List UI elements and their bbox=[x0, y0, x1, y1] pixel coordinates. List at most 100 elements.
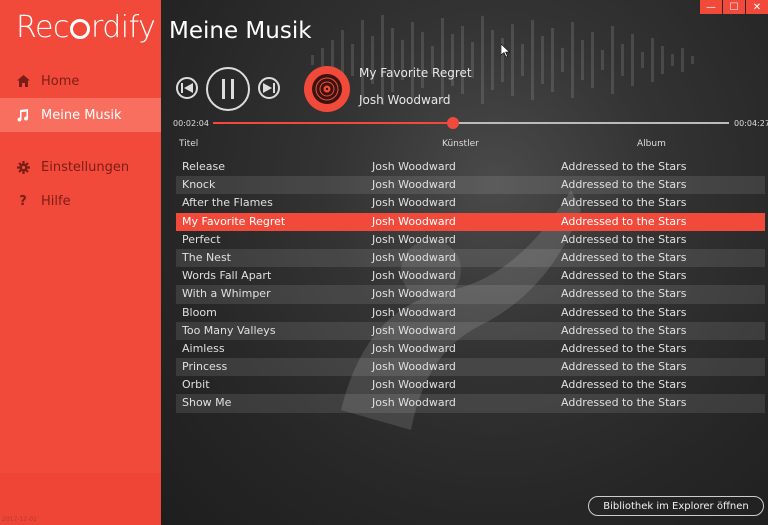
sidebar-item-label: Einstellungen bbox=[41, 159, 130, 175]
sidebar-item-einstellungen[interactable]: Einstellungen bbox=[0, 150, 161, 184]
table-row[interactable]: Show Me Josh Woodward Addressed to the Sta… bbox=[176, 394, 765, 413]
total-time: 00:04:27 bbox=[734, 119, 768, 128]
track-artist-cell: Josh Woodward bbox=[372, 305, 456, 319]
track-title-cell: Too Many Valleys bbox=[182, 323, 276, 337]
nav-separator bbox=[0, 132, 161, 150]
table-row[interactable]: After the Flames Josh Woodward Addressed t… bbox=[176, 194, 765, 212]
gear-icon bbox=[16, 160, 30, 174]
table-row[interactable]: The Nest Josh Woodward Addressed to the St… bbox=[176, 248, 765, 268]
track-artist-cell: Josh Woodward bbox=[372, 178, 456, 192]
sidebar-item-label: Home bbox=[41, 73, 80, 89]
track-title-cell: My Favorite Regret bbox=[182, 214, 286, 228]
track-album-cell: Addressed to the Stars bbox=[561, 378, 687, 392]
track-album-cell: Addressed to the Stars bbox=[561, 178, 687, 192]
track-artist-cell: Josh Woodward bbox=[372, 214, 456, 228]
track-title-cell: Orbit bbox=[182, 378, 210, 392]
table-row[interactable]: My Favorite Regret Josh Woodward Addressed… bbox=[176, 212, 765, 231]
seek-bar[interactable] bbox=[213, 117, 729, 129]
track-title-cell: Words Fall Apart bbox=[182, 269, 272, 283]
next-track-button[interactable] bbox=[258, 77, 280, 99]
table-row[interactable]: Orbit Josh Woodward Addressed to the Stars bbox=[176, 376, 765, 394]
music-note-icon bbox=[16, 108, 30, 122]
table-row[interactable]: Princess Josh Woodward Addressed to the St… bbox=[176, 358, 765, 377]
sidebar-item-meine-musik[interactable]: Meine Musik bbox=[0, 98, 161, 132]
close-icon[interactable]: ✕ bbox=[746, 0, 768, 14]
track-title-cell: Show Me bbox=[182, 396, 232, 410]
track-album-cell: Addressed to the Stars bbox=[561, 396, 687, 410]
track-artist-cell: Josh Woodward bbox=[372, 196, 456, 210]
minimize-icon[interactable]: — bbox=[700, 0, 722, 14]
track-album-cell: Addressed to the Stars bbox=[561, 196, 687, 210]
track-album-cell: Addressed to the Stars bbox=[561, 341, 687, 355]
track-list: Release Josh Woodward Addressed to the Sta… bbox=[176, 158, 765, 413]
track-artist-cell: Josh Woodward bbox=[372, 396, 456, 410]
sidebar-item-label: Meine Musik bbox=[41, 107, 122, 123]
album-disc-icon bbox=[304, 66, 350, 112]
track-title-cell: Knock bbox=[182, 178, 216, 192]
track-title-cell: With a Whimper bbox=[182, 287, 271, 301]
track-title-cell: Aimless bbox=[182, 341, 225, 355]
app-logo: Rec rdify bbox=[16, 10, 156, 45]
now-playing-artist: Josh Woodward bbox=[359, 93, 451, 107]
pause-button[interactable] bbox=[206, 67, 250, 111]
track-album-cell: Addressed to the Stars bbox=[561, 232, 687, 246]
table-row[interactable]: Bloom Josh Woodward Addressed to the Stars bbox=[176, 304, 765, 322]
track-album-cell: Addressed to the Stars bbox=[561, 287, 687, 301]
track-title-cell: The Nest bbox=[182, 250, 231, 264]
track-album-cell: Addressed to the Stars bbox=[561, 250, 687, 264]
table-row[interactable]: Knock Josh Woodward Addressed to the Stars bbox=[176, 176, 765, 195]
table-row[interactable]: Too Many Valleys Josh Woodward Addressed t… bbox=[176, 321, 765, 340]
table-row[interactable]: Perfect Josh Woodward Addressed to the Sta… bbox=[176, 231, 765, 249]
track-artist-cell: Josh Woodward bbox=[372, 323, 456, 337]
track-title-cell: Princess bbox=[182, 360, 228, 374]
skip-back-icon bbox=[181, 83, 193, 93]
track-artist-cell: Josh Woodward bbox=[372, 378, 456, 392]
table-row[interactable]: Words Fall Apart Josh Woodward Addressed t… bbox=[176, 267, 765, 285]
seek-bar-fill bbox=[213, 122, 453, 124]
sidebar-item-home[interactable]: Home bbox=[0, 64, 161, 98]
seek-handle[interactable] bbox=[446, 117, 459, 129]
question-icon: ? bbox=[19, 193, 27, 209]
sidebar-nav: Home Meine Musik Einstellungen ? Hilfe bbox=[0, 64, 161, 218]
table-header: Titel Künstler Album bbox=[179, 139, 765, 153]
sidebar-item-hilfe[interactable]: ? Hilfe bbox=[0, 184, 161, 218]
window-controls: — ☐ ✕ bbox=[700, 0, 768, 14]
table-row[interactable]: With a Whimper Josh Woodward Addressed to … bbox=[176, 285, 765, 304]
track-artist-cell: Josh Woodward bbox=[372, 269, 456, 283]
sidebar-item-label: Hilfe bbox=[41, 193, 71, 209]
track-album-cell: Addressed to the Stars bbox=[561, 269, 687, 283]
home-icon bbox=[16, 74, 30, 88]
current-time: 00:02:04 bbox=[173, 119, 209, 128]
track-artist-cell: Josh Woodward bbox=[372, 250, 456, 264]
column-header-album[interactable]: Album bbox=[637, 139, 666, 149]
sidebar: Rec rdify Home Meine Musik Einstellungen … bbox=[0, 0, 161, 525]
skip-forward-icon bbox=[263, 83, 275, 93]
main-content: Meine Musik — ☐ ✕ My Favorite Regret Jos… bbox=[161, 0, 768, 525]
previous-track-button[interactable] bbox=[176, 77, 198, 99]
track-title-cell: After the Flames bbox=[182, 196, 273, 210]
track-artist-cell: Josh Woodward bbox=[372, 360, 456, 374]
track-album-cell: Addressed to the Stars bbox=[561, 214, 687, 228]
track-album-cell: Addressed to the Stars bbox=[561, 360, 687, 374]
track-title-cell: Release bbox=[182, 160, 225, 173]
track-artist-cell: Josh Woodward bbox=[372, 341, 456, 355]
open-in-explorer-button[interactable]: Bibliothek im Explorer öffnen bbox=[588, 496, 764, 516]
mouse-cursor-icon bbox=[501, 44, 511, 58]
track-artist-cell: Josh Woodward bbox=[372, 160, 456, 173]
table-row[interactable]: Aimless Josh Woodward Addressed to the Sta… bbox=[176, 340, 765, 358]
track-artist-cell: Josh Woodward bbox=[372, 287, 456, 301]
column-header-artist[interactable]: Künstler bbox=[442, 139, 479, 149]
table-row[interactable]: Release Josh Woodward Addressed to the Sta… bbox=[176, 158, 765, 176]
track-album-cell: Addressed to the Stars bbox=[561, 160, 687, 173]
now-playing-title: My Favorite Regret bbox=[359, 66, 472, 80]
track-title-cell: Perfect bbox=[182, 232, 221, 246]
maximize-icon[interactable]: ☐ bbox=[723, 0, 745, 14]
track-title-cell: Bloom bbox=[182, 305, 217, 319]
track-album-cell: Addressed to the Stars bbox=[561, 323, 687, 337]
track-artist-cell: Josh Woodward bbox=[372, 232, 456, 246]
page-title: Meine Musik bbox=[169, 18, 312, 44]
version-label: 2017-12-01 bbox=[2, 516, 37, 523]
column-header-title[interactable]: Titel bbox=[179, 139, 198, 149]
pause-icon bbox=[222, 79, 234, 99]
track-album-cell: Addressed to the Stars bbox=[561, 305, 687, 319]
